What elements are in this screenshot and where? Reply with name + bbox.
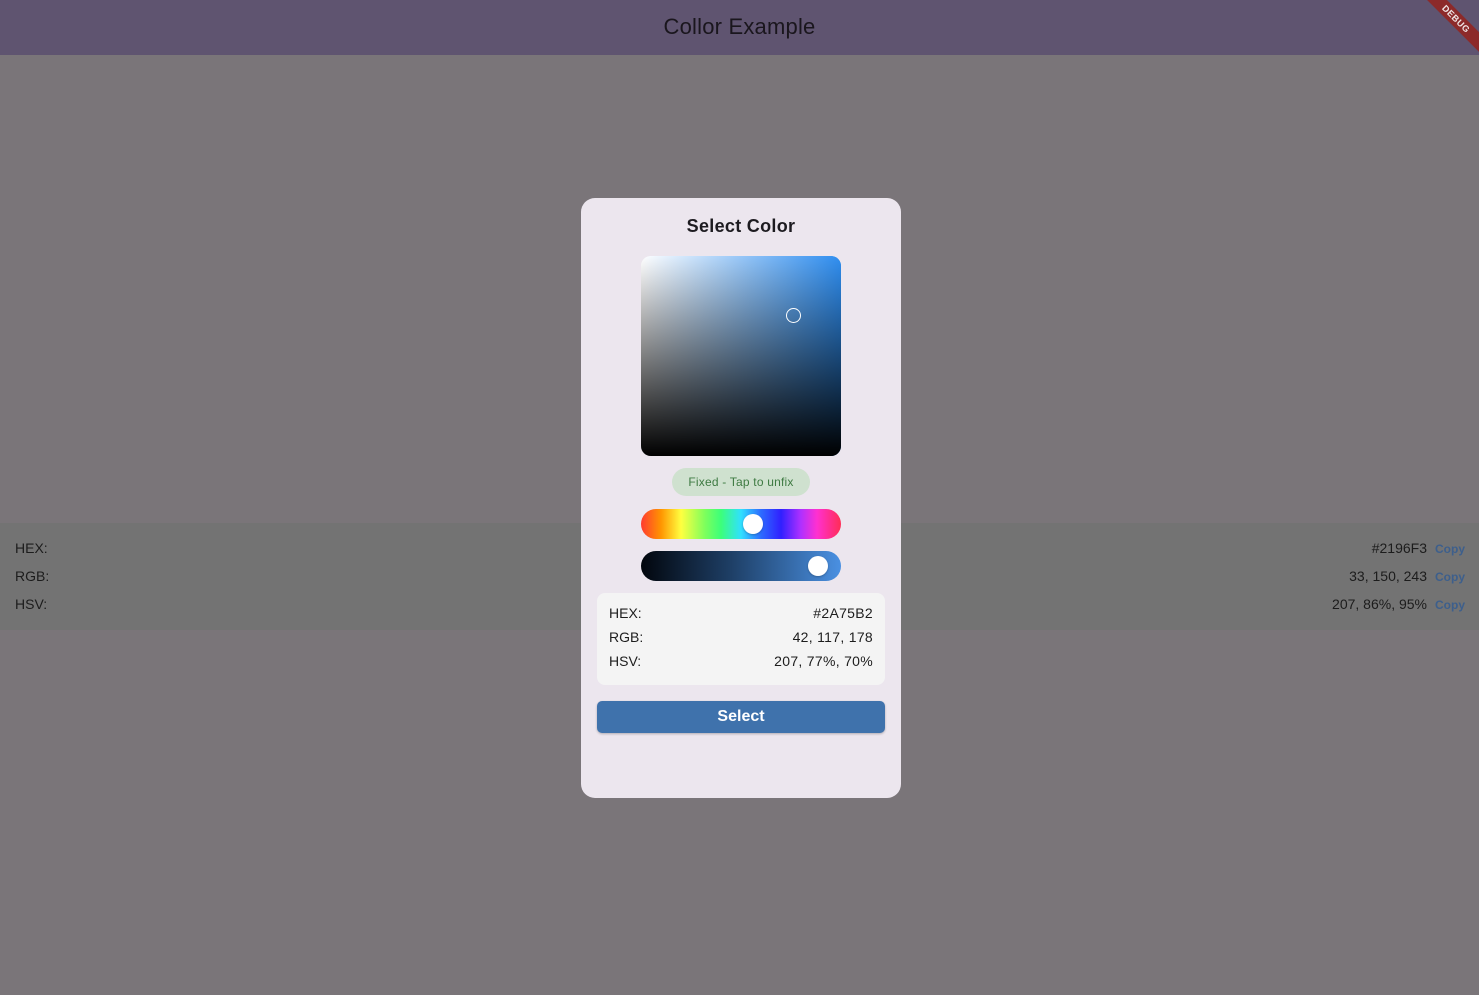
select-button[interactable]: Select [597,701,885,733]
saturation-value-panel[interactable] [641,256,841,456]
brightness-slider-thumb[interactable] [807,556,828,576]
selected-hex-value: #2A75B2 [813,605,873,621]
selected-rgb-row: RGB: 42, 117, 178 [609,627,873,647]
background-rgb-label: RGB: [15,568,50,584]
fixed-toggle-chip[interactable]: Fixed - Tap to unfix [672,468,810,496]
background-hex-copy-button[interactable]: Copy [1435,542,1465,556]
background-hex-label: HEX: [15,540,48,556]
background-hex-value: #2196F3 [1371,540,1427,556]
selected-hsv-value: 207, 77%, 70% [774,653,873,669]
background-rgb-copy-button[interactable]: Copy [1435,570,1465,584]
value-gradient [641,256,841,456]
hue-slider-thumb[interactable] [742,514,763,534]
app-bar: Collor Example DEBUG [0,0,1479,56]
debug-banner-label: DEBUG [1419,0,1479,56]
app-bar-title: Collor Example [663,14,816,39]
color-picker-cursor[interactable] [786,308,801,323]
selected-hsv-row: HSV: 207, 77%, 70% [609,651,873,671]
color-picker-dialog: Select Color Fixed - Tap to unfix HEX: #… [581,198,901,798]
selected-hex-label: HEX: [609,605,642,621]
background-hsv-label: HSV: [15,596,48,612]
selected-rgb-label: RGB: [609,629,644,645]
hue-slider[interactable] [641,509,841,539]
background-hsv-value: 207, 86%, 95% [1332,596,1427,612]
selected-hex-row: HEX: #2A75B2 [609,603,873,623]
dialog-title: Select Color [686,216,796,236]
brightness-slider[interactable] [641,551,841,581]
background-hsv-copy-button[interactable]: Copy [1435,598,1465,612]
background-rgb-value: 33, 150, 243 [1349,568,1427,584]
selected-rgb-value: 42, 117, 178 [792,629,873,645]
selected-color-info: HEX: #2A75B2 RGB: 42, 117, 178 HSV: 207,… [597,593,885,685]
selected-hsv-label: HSV: [609,653,642,669]
debug-banner: DEBUG [1419,0,1479,60]
